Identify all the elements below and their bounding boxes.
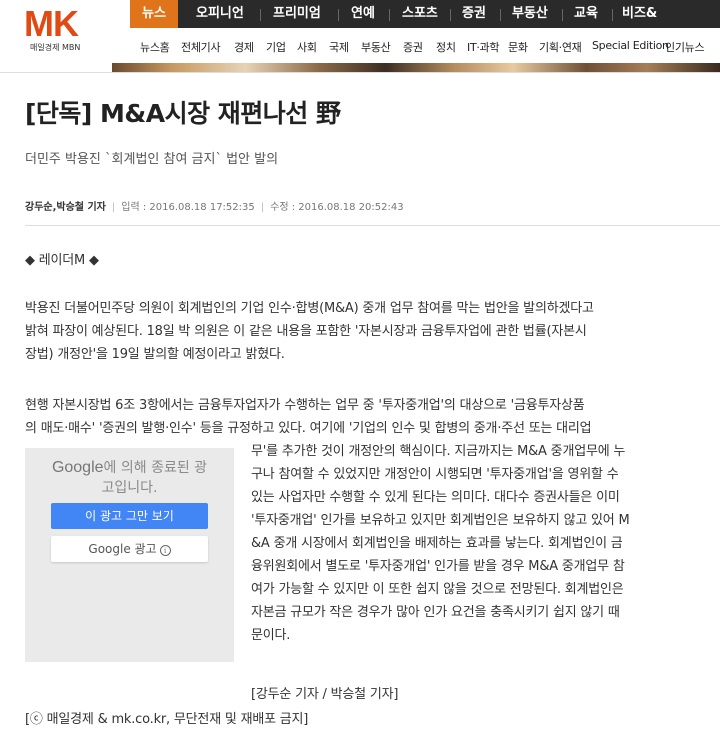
- top-nav-item-sports[interactable]: 스포츠: [390, 0, 450, 28]
- ad-message-tail: 에 의해 종료된 광: [103, 460, 208, 476]
- reporter-signature: [강두순 기자 / 박승철 기자]: [251, 687, 399, 702]
- sub-nav: 뉴스홈 전체기사 경제 기업 사회 국제 부동산 증권 정치 IT·과학 문화 …: [130, 33, 720, 63]
- body-line: 의 매도·매수' '증권의 발행·인수' 등을 규정하고 있다. 여기에 '기업…: [25, 421, 592, 436]
- body-line: '투자중개업' 인가를 보유하고 있지만 회계법인은 보유하지 않고 있어 M: [251, 513, 630, 528]
- body-line: 문이다.: [251, 628, 291, 643]
- top-nav-item-realestate[interactable]: 부동산: [500, 0, 560, 28]
- body-line: 밝혀 파장이 예상된다. 18일 박 의원은 이 같은 내용을 포함한 '자본시…: [25, 324, 587, 339]
- sub-nav-item-news-home[interactable]: 뉴스홈: [140, 39, 170, 55]
- body-line: 여가 가능할 수 있지만 이 또한 쉽지 않을 것으로 전망된다. 회계법인은: [251, 582, 624, 597]
- top-nav-item-premium[interactable]: 프리미엄: [261, 0, 333, 28]
- body-line: 무'를 추가한 것이 개정안의 핵심이다. 지금까지는 M&A 중개업무에 누: [251, 444, 626, 459]
- top-nav-item-opinion[interactable]: 오피니언: [184, 0, 256, 28]
- header-divider: [0, 72, 720, 73]
- site-header: MK 매일경제 MBN 뉴스 오피니언 프리미엄 연예 스포츠 증권 부동산 교…: [0, 0, 720, 73]
- body-line: 구나 참여할 수 있었지만 개정안이 시행되면 '투자중개업'을 영위할 수: [251, 467, 619, 482]
- author-name[interactable]: 강두순,박승철 기자: [25, 202, 106, 213]
- body-line: 현행 자본시장법 6조 3항에서는 금융투자업자가 수행하는 업무 중 '투자중…: [25, 398, 585, 413]
- top-nav-item-education[interactable]: 교육: [562, 0, 610, 28]
- info-icon: i: [159, 545, 171, 556]
- sub-nav-item-realestate[interactable]: 부동산: [361, 39, 391, 55]
- google-ads-button[interactable]: Google 광고 i: [51, 536, 208, 562]
- article-byline: 강두순,박승철 기자 | 입력 : 2016.08.18 17:52:35 | 수정 :…: [25, 198, 404, 213]
- body-line: 박용진 더불어민주당 의원이 회계법인의 기업 인수·합병(M&A) 중개 업무…: [25, 301, 594, 316]
- body-line: &A 중개 시장에서 회계법인을 배제하는 효과를 낳는다. 회계법인이 금: [251, 536, 623, 551]
- sub-nav-item-economy[interactable]: 경제: [234, 39, 254, 55]
- sub-nav-item-special-edition[interactable]: Special Edition: [592, 39, 669, 52]
- top-nav: 뉴스 오피니언 프리미엄 연예 스포츠 증권 부동산 교육 비즈&: [130, 0, 720, 28]
- sub-nav-item-culture[interactable]: 문화: [508, 39, 528, 55]
- byline-divider: |: [111, 202, 116, 213]
- closed-ad-panel: Google에 의해 종료된 광 고입니다. 이 광고 그만 보기 Google…: [25, 448, 234, 662]
- sub-nav-item-popular[interactable]: 인기뉴스: [665, 39, 705, 55]
- modified-time: 수정 : 2016.08.18 20:52:43: [270, 202, 404, 213]
- body-line: 자본금 규모가 작은 경우가 많아 인가 요건을 충족시키기 쉽지 않기 때: [251, 605, 620, 620]
- sub-nav-item-it-science[interactable]: IT·과학: [467, 39, 500, 55]
- section-tag: ◆ 레이더M ◆: [25, 253, 99, 268]
- stop-seeing-ad-button[interactable]: 이 광고 그만 보기: [51, 503, 208, 529]
- sub-nav-item-society[interactable]: 사회: [297, 39, 317, 55]
- sub-nav-item-features[interactable]: 기획·연재: [539, 39, 582, 55]
- sub-nav-item-all-articles[interactable]: 전체기사: [181, 39, 221, 55]
- copyright-notice: [ⓒ 매일경제 & mk.co.kr, 무단전재 및 재배포 금지]: [25, 712, 309, 727]
- sub-nav-item-politics[interactable]: 정치: [436, 39, 456, 55]
- byline-divider: |: [260, 202, 265, 213]
- logo-subtitle: 매일경제 MBN: [30, 43, 81, 52]
- google-ads-label: Google 광고: [88, 542, 157, 556]
- top-nav-item-biz[interactable]: 비즈&: [610, 0, 669, 28]
- top-nav-item-entertainment[interactable]: 연예: [339, 0, 387, 28]
- sub-nav-item-business[interactable]: 기업: [266, 39, 286, 55]
- mk-logo[interactable]: MK 매일경제 MBN: [24, 0, 112, 62]
- input-time: 입력 : 2016.08.18 17:52:35: [121, 202, 255, 213]
- body-line: 융위원회에서 별도로 '투자중개업' 인가를 받을 경우 M&A 중개업무 참: [251, 559, 625, 574]
- sub-nav-item-stocks[interactable]: 증권: [403, 39, 423, 55]
- ad-closed-message: Google에 의해 종료된 광 고입니다.: [25, 458, 234, 498]
- body-line: 있는 사업자만 수행할 수 있게 된다는 의미다. 대다수 증권사들은 이미: [251, 490, 620, 505]
- article-title: [단독] M&A시장 재편나선 野: [25, 99, 341, 128]
- article-divider: [25, 225, 720, 226]
- article-subtitle: 더민주 박용진 `회계법인 참여 금지` 법안 발의: [25, 152, 279, 167]
- logo-mark: MK: [24, 3, 79, 44]
- top-nav-item-news[interactable]: 뉴스: [130, 0, 178, 28]
- google-wordmark: Google: [51, 459, 104, 476]
- body-line: 장법) 개정안'을 19일 발의할 예정이라고 밝혔다.: [25, 347, 285, 362]
- ad-message-line2: 고입니다.: [101, 480, 158, 496]
- top-nav-item-stocks[interactable]: 증권: [450, 0, 498, 28]
- sub-nav-item-world[interactable]: 국제: [329, 39, 349, 55]
